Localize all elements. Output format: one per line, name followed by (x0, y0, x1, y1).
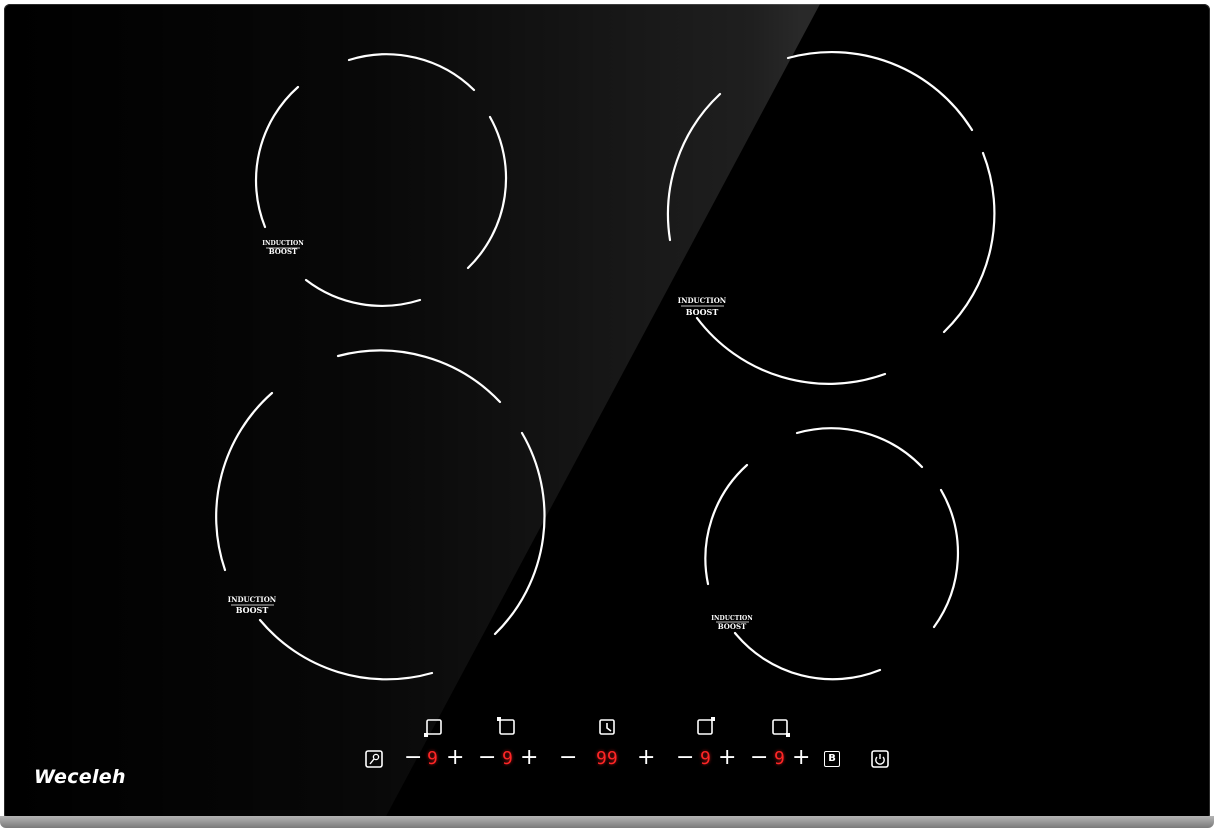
boost-button[interactable]: B (824, 751, 840, 767)
power-button[interactable] (871, 750, 889, 768)
zone-rear-right-ring (666, 50, 996, 385)
zone-rear-left-label: INDUCTION BOOST (262, 240, 304, 256)
zone1-plus-button[interactable]: + (446, 747, 464, 769)
steel-frame-edge (0, 816, 1214, 828)
zone-label-bottom: BOOST (236, 605, 269, 615)
zone2-level-display: 9 (502, 748, 513, 769)
zone-front-right-ring (704, 427, 960, 681)
zone-front-right-label: INDUCTION BOOST (711, 615, 753, 631)
cooking-zones: INDUCTION BOOST INDUCTION BOOST INDUCTIO… (215, 50, 996, 768)
zone-front-left-label: INDUCTION BOOST (228, 595, 277, 615)
zone-indicator-front-left-icon (497, 717, 515, 735)
zone1-minus-button[interactable]: − (404, 747, 422, 769)
zone1-level-display: 9 (427, 748, 438, 769)
timer-display: 99 (596, 748, 618, 769)
timer-minus-button[interactable]: − (559, 747, 577, 769)
lock-icon (369, 753, 380, 765)
zone-label-bottom: BOOST (718, 622, 747, 631)
zone-label-top: INDUCTION (711, 615, 753, 622)
zone-front-left-ring (215, 349, 546, 681)
timer-plus-button[interactable]: + (637, 747, 655, 769)
zone-label-bottom: BOOST (269, 247, 298, 256)
zone-label-top: INDUCTION (678, 296, 727, 305)
power-icon (875, 754, 885, 765)
lock-button[interactable] (365, 750, 383, 768)
zone-indicator-rear-left-icon (424, 719, 442, 737)
zone4-plus-button[interactable]: + (792, 747, 810, 769)
zone3-minus-button[interactable]: − (676, 747, 694, 769)
zone3-level-display: 9 (700, 748, 711, 769)
zone-label-bottom: BOOST (686, 307, 719, 317)
zone2-minus-button[interactable]: − (478, 747, 496, 769)
zone2-plus-button[interactable]: + (520, 747, 538, 769)
zone4-minus-button[interactable]: − (750, 747, 768, 769)
zone3-plus-button[interactable]: + (718, 747, 736, 769)
clock-icon (599, 719, 615, 735)
brand-logo: Weceleh (34, 766, 126, 788)
zone-rear-right-label: INDUCTION BOOST (678, 296, 727, 317)
zone-indicator-front-right-icon (772, 719, 790, 737)
zone-rear-left-ring (254, 53, 508, 307)
zone-label-top: INDUCTION (262, 240, 304, 247)
zone4-level-display: 9 (774, 748, 785, 769)
zone-label-top: INDUCTION (228, 595, 277, 604)
zone-indicator-rear-right-icon (697, 717, 715, 735)
